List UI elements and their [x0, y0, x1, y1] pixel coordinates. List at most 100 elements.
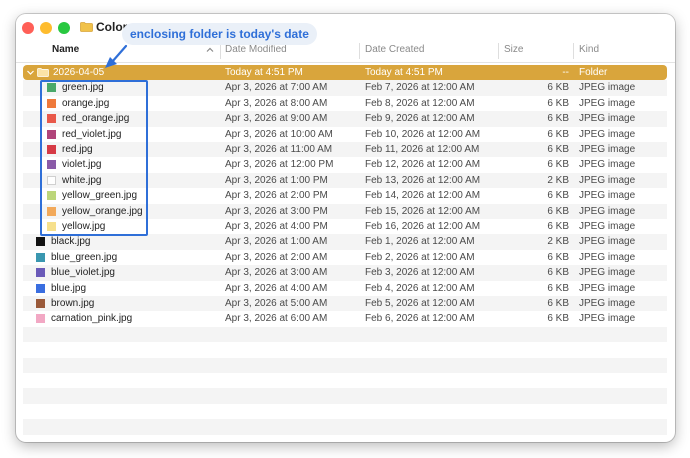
file-size: 2 KB: [547, 236, 569, 248]
file-kind: JPEG image: [579, 282, 636, 294]
file-date-modified: Apr 3, 2026 at 2:00 AM: [225, 251, 328, 263]
file-date-created: Feb 13, 2026 at 12:00 AM: [365, 174, 481, 186]
file-date-modified: Apr 3, 2026 at 7:00 AM: [225, 82, 328, 94]
file-date-created: Feb 1, 2026 at 12:00 AM: [365, 236, 475, 248]
file-name: blue_violet.jpg: [51, 267, 115, 279]
column-divider[interactable]: [359, 43, 360, 59]
file-date-created: Feb 5, 2026 at 12:00 AM: [365, 298, 475, 309]
file-kind: JPEG image: [579, 251, 636, 263]
file-kind: JPEG image: [579, 97, 636, 109]
annotation-callout: enclosing folder is today's date: [122, 23, 317, 45]
file-date-created: Feb 9, 2026 at 12:00 AM: [365, 113, 475, 125]
file-date-created: Feb 3, 2026 at 12:00 AM: [365, 267, 475, 279]
file-size: 6 KB: [547, 267, 569, 279]
empty-row: [23, 357, 667, 373]
chevron-up-icon[interactable]: [205, 45, 215, 55]
empty-row: [23, 342, 667, 357]
file-date-modified: Apr 3, 2026 at 9:00 AM: [225, 113, 328, 125]
title-bar: Colors: [16, 14, 675, 40]
file-size: 6 KB: [547, 128, 569, 140]
file-size: 6 KB: [547, 298, 569, 309]
file-date-created: Feb 4, 2026 at 12:00 AM: [365, 282, 475, 294]
file-date-created: Feb 10, 2026 at 12:00 AM: [365, 128, 481, 140]
column-divider[interactable]: [573, 43, 574, 59]
file-size: 2 KB: [547, 174, 569, 186]
folder-name: 2026-04-05: [53, 67, 105, 78]
file-name: black.jpg: [51, 236, 91, 248]
image-thumbnail-icon: [36, 237, 45, 247]
file-kind: JPEG image: [579, 159, 636, 171]
file-kind: JPEG image: [579, 236, 636, 248]
empty-row: [23, 404, 667, 419]
file-date-created: Feb 7, 2026 at 12:00 AM: [365, 82, 475, 94]
file-date-modified: Apr 3, 2026 at 6:00 AM: [225, 313, 328, 325]
column-header-kind[interactable]: Kind: [579, 44, 599, 55]
file-row[interactable]: black.jpg Apr 3, 2026 at 1:00 AM Feb 1, 20…: [23, 234, 667, 250]
empty-row: [23, 373, 667, 388]
file-date-created: Feb 15, 2026 at 12:00 AM: [365, 205, 481, 217]
folder-date-modified: Today at 4:51 PM: [225, 67, 303, 78]
column-divider[interactable]: [220, 43, 221, 59]
file-row[interactable]: blue_green.jpg Apr 3, 2026 at 2:00 AM Feb …: [23, 250, 667, 265]
column-divider[interactable]: [498, 43, 499, 59]
file-date-modified: Apr 3, 2026 at 8:00 AM: [225, 97, 328, 109]
file-size: 6 KB: [547, 144, 569, 155]
file-size: 6 KB: [547, 97, 569, 109]
folder-kind: Folder: [579, 67, 608, 78]
file-date-created: Feb 2, 2026 at 12:00 AM: [365, 251, 475, 263]
file-name: brown.jpg: [51, 298, 95, 309]
image-thumbnail-icon: [36, 299, 45, 308]
file-date-created: Feb 14, 2026 at 12:00 AM: [365, 190, 481, 202]
file-kind: JPEG image: [579, 221, 636, 232]
file-date-modified: Apr 3, 2026 at 10:00 AM: [225, 128, 333, 140]
empty-row: [23, 419, 667, 435]
empty-row: [23, 388, 667, 404]
file-kind: JPEG image: [579, 82, 636, 94]
file-kind: JPEG image: [579, 205, 636, 217]
column-header-name[interactable]: Name: [52, 44, 79, 55]
file-date-modified: Apr 3, 2026 at 4:00 PM: [225, 221, 328, 232]
file-size: 6 KB: [547, 190, 569, 202]
file-kind: JPEG image: [579, 267, 636, 279]
file-date-modified: Apr 3, 2026 at 3:00 PM: [225, 205, 328, 217]
file-date-modified: Apr 3, 2026 at 11:00 AM: [225, 144, 333, 155]
empty-row: [23, 326, 667, 343]
image-thumbnail-icon: [36, 314, 45, 324]
file-date-modified: Apr 3, 2026 at 5:00 AM: [225, 298, 328, 309]
image-thumbnail-icon: [36, 268, 45, 278]
file-date-modified: Apr 3, 2026 at 1:00 PM: [225, 174, 328, 186]
minimize-window-button[interactable]: [40, 22, 52, 34]
file-date-modified: Apr 3, 2026 at 12:00 PM: [225, 159, 334, 171]
column-header-size[interactable]: Size: [504, 44, 523, 55]
zoom-window-button[interactable]: [58, 22, 70, 34]
column-header-date-modified[interactable]: Date Modified: [225, 44, 287, 55]
file-kind: JPEG image: [579, 174, 636, 186]
folder-date-created: Today at 4:51 PM: [365, 67, 443, 78]
file-size: 6 KB: [547, 221, 569, 232]
column-header-date-created[interactable]: Date Created: [365, 44, 424, 55]
annotation-highlight-box: [40, 80, 148, 236]
file-size: 6 KB: [547, 205, 569, 217]
file-row[interactable]: blue_violet.jpg Apr 3, 2026 at 3:00 AM Feb…: [23, 265, 667, 281]
file-row[interactable]: brown.jpg Apr 3, 2026 at 5:00 AM Feb 5, 20…: [23, 296, 667, 312]
file-kind: JPEG image: [579, 144, 636, 155]
file-date-created: Feb 8, 2026 at 12:00 AM: [365, 97, 475, 109]
close-window-button[interactable]: [22, 22, 34, 34]
file-row[interactable]: carnation_pink.jpg Apr 3, 2026 at 6:00 AM…: [23, 311, 667, 326]
file-name: blue.jpg: [51, 282, 87, 294]
file-date-created: Feb 16, 2026 at 12:00 AM: [365, 221, 481, 232]
file-row[interactable]: blue.jpg Apr 3, 2026 at 4:00 AM Feb 4, 202…: [23, 281, 667, 296]
file-size: 6 KB: [547, 82, 569, 94]
file-name: carnation_pink.jpg: [51, 313, 133, 325]
file-kind: JPEG image: [579, 313, 636, 325]
file-kind: JPEG image: [579, 298, 636, 309]
file-kind: JPEG image: [579, 190, 636, 202]
file-date-modified: Apr 3, 2026 at 2:00 PM: [225, 190, 328, 202]
file-kind: JPEG image: [579, 113, 636, 125]
file-size: 6 KB: [547, 113, 569, 125]
file-size: 6 KB: [547, 282, 569, 294]
disclosure-chevron-icon[interactable]: [26, 68, 35, 77]
folder-icon: [80, 22, 93, 32]
arrow-icon: [105, 44, 128, 68]
file-date-created: Feb 6, 2026 at 12:00 AM: [365, 313, 475, 325]
